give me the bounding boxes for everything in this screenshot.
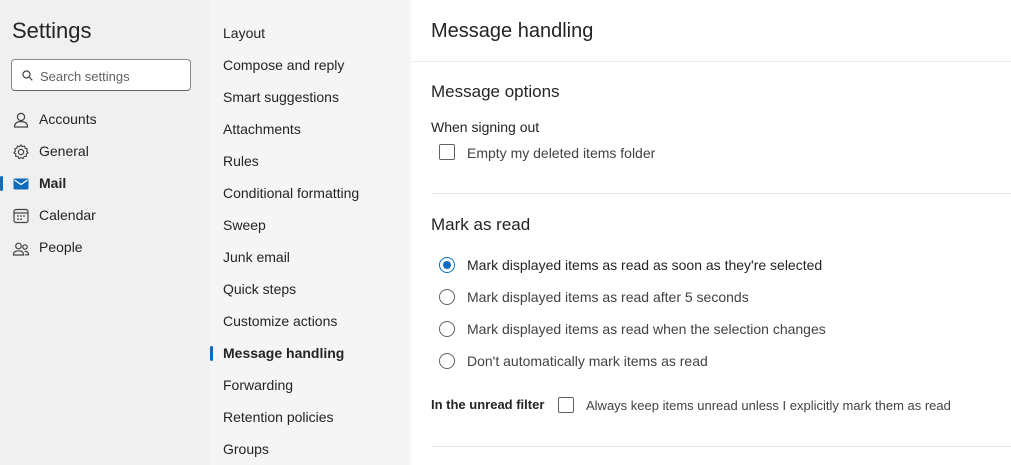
section-divider [431, 446, 1011, 447]
search-input[interactable] [40, 66, 185, 86]
mail-nav-compose-and-reply[interactable]: Compose and reply [210, 51, 411, 79]
settings-title: Settings [12, 18, 92, 43]
unread-filter-label: In the unread filter [431, 397, 545, 412]
header-divider [411, 61, 1011, 62]
mail-nav-label: Compose and reply [223, 57, 345, 73]
mail-nav-label: Retention policies [223, 409, 334, 425]
mark-read-on-select-radio[interactable] [439, 257, 455, 273]
sidebar-item-label: Accounts [39, 111, 97, 127]
empty-deleted-checkbox[interactable] [439, 144, 455, 160]
sidebar-item-label: Mail [39, 175, 67, 191]
search-box[interactable] [11, 59, 191, 91]
dont-mark-read-radio[interactable] [439, 353, 455, 369]
mark-read-option-label: Don't automatically mark items as read [467, 353, 708, 369]
sidebar-item-general[interactable]: General [0, 137, 210, 165]
sidebar-item-mail[interactable]: Mail [0, 169, 210, 197]
person-icon [13, 112, 29, 128]
mark-as-read-heading: Mark as read [431, 215, 531, 234]
when-signing-out-label: When signing out [431, 119, 540, 135]
active-indicator [0, 176, 3, 191]
mail-nav-label: Forwarding [223, 377, 294, 393]
mark-read-after-delay-radio[interactable] [439, 289, 455, 305]
mail-nav-smart-suggestions[interactable]: Smart suggestions [210, 83, 411, 111]
mail-icon [13, 178, 29, 190]
message-options-heading: Message options [431, 82, 560, 101]
mail-nav-quick-steps[interactable]: Quick steps [210, 275, 411, 303]
keep-unread-checkbox[interactable] [558, 397, 574, 413]
search-icon [22, 70, 33, 81]
mail-nav-groups[interactable]: Groups [210, 435, 411, 463]
sidebar-item-label: General [39, 143, 89, 159]
mail-nav-customize-actions[interactable]: Customize actions [210, 307, 411, 335]
mail-nav-attachments[interactable]: Attachments [210, 115, 411, 143]
mail-nav-label: Sweep [223, 217, 266, 233]
mail-nav-rules[interactable]: Rules [210, 147, 411, 175]
mail-nav-label: Conditional formatting [223, 185, 360, 201]
mail-settings-nav: Layout Compose and reply Smart suggestio… [210, 0, 411, 465]
mail-nav-label: Smart suggestions [223, 89, 339, 105]
sidebar-item-label: Calendar [39, 207, 96, 223]
mail-nav-label: Quick steps [223, 281, 297, 297]
mail-nav-message-handling[interactable]: Message handling [210, 339, 411, 367]
mark-read-option-label: Mark displayed items as read after 5 sec… [467, 289, 749, 305]
sidebar-item-calendar[interactable]: Calendar [0, 201, 210, 229]
people-icon [12, 242, 30, 256]
gear-icon [13, 144, 29, 160]
mail-nav-label: Layout [223, 25, 266, 41]
mail-nav-junk-email[interactable]: Junk email [210, 243, 411, 271]
mail-nav-sweep[interactable]: Sweep [210, 211, 411, 239]
settings-nav: Settings Accounts General Mail [0, 0, 210, 465]
mail-nav-label: Rules [223, 153, 259, 169]
sidebar-item-accounts[interactable]: Accounts [0, 105, 210, 133]
sidebar-item-people[interactable]: People [0, 233, 210, 261]
mail-nav-conditional-formatting[interactable]: Conditional formatting [210, 179, 411, 207]
mail-nav-label: Customize actions [223, 313, 338, 329]
mark-read-option-label: Mark displayed items as read when the se… [467, 321, 826, 337]
empty-deleted-label: Empty my deleted items folder [467, 145, 656, 161]
sidebar-item-label: People [39, 239, 83, 255]
keep-unread-label: Always keep items unread unless I explic… [586, 398, 951, 413]
mail-nav-label: Groups [223, 441, 269, 457]
mail-nav-layout[interactable]: Layout [210, 19, 411, 47]
calendar-icon [13, 208, 29, 224]
section-divider [431, 193, 1011, 194]
mark-read-on-selection-change-radio[interactable] [439, 321, 455, 337]
mark-read-option-label: Mark displayed items as read as soon as … [467, 257, 823, 273]
mail-nav-label: Junk email [223, 249, 290, 265]
mail-nav-label: Attachments [223, 121, 301, 137]
active-indicator [210, 346, 213, 361]
settings-content: Message handling Message options When si… [411, 0, 1011, 465]
page-title: Message handling [431, 20, 594, 42]
mail-nav-forwarding[interactable]: Forwarding [210, 371, 411, 399]
mail-nav-retention-policies[interactable]: Retention policies [210, 403, 411, 431]
mail-nav-label: Message handling [223, 345, 345, 361]
